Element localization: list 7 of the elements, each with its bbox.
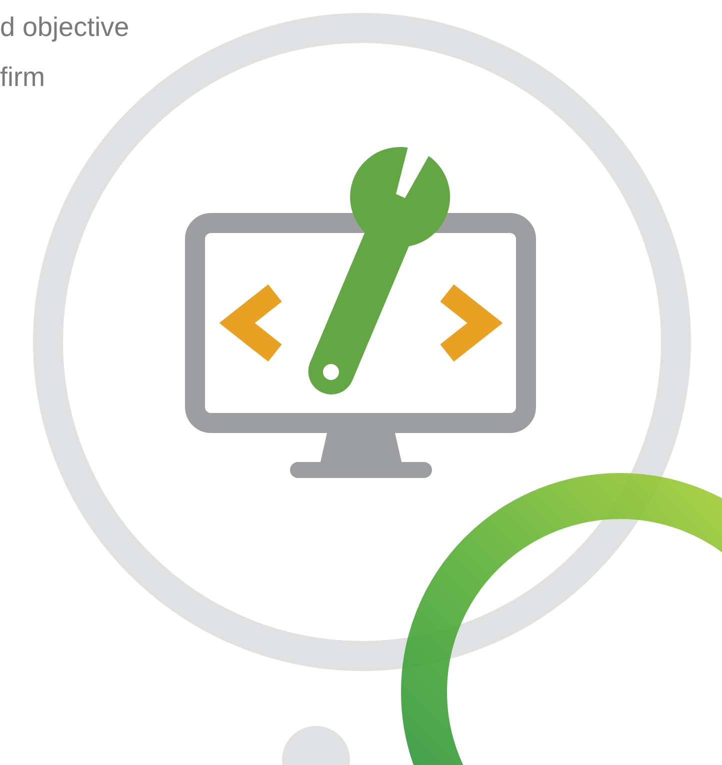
monitor-icon xyxy=(185,213,536,478)
chevron-right-icon xyxy=(440,284,503,362)
chevron-left-icon xyxy=(219,284,282,362)
dot-drawing xyxy=(282,726,350,765)
body-text: firm xyxy=(0,61,45,94)
body-text: d objective xyxy=(0,11,130,44)
wrench-icon xyxy=(308,147,450,394)
